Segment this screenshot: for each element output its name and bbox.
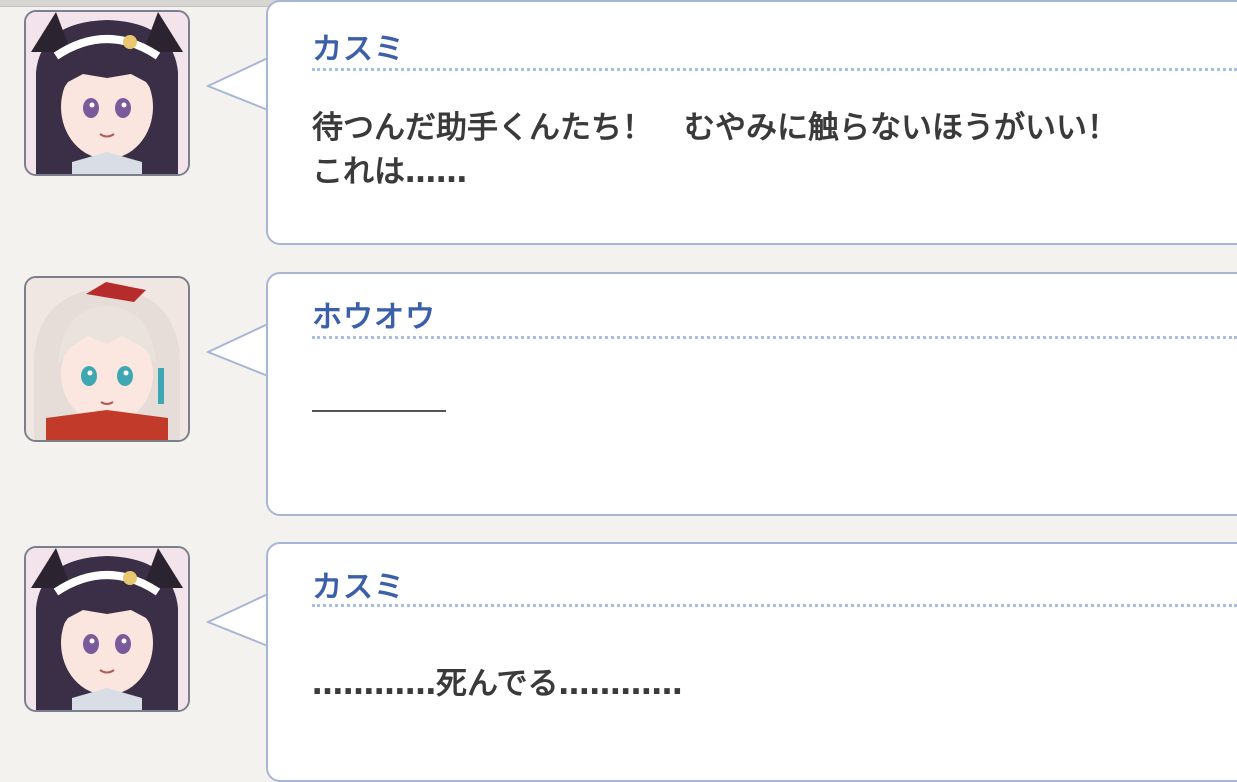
message-text: 待つんだ助手くんたち！ むやみに触らないほうがいい！ これは……	[312, 110, 1118, 190]
speaker-name: ホウオウ	[312, 300, 436, 335]
speech-bubble-tail	[206, 593, 269, 647]
name-divider	[312, 68, 1237, 71]
name-divider	[312, 604, 1237, 607]
kasumi-avatar-icon	[24, 10, 190, 176]
speaker-name: カスミ	[312, 570, 405, 605]
houou-avatar-icon	[24, 276, 190, 442]
speech-bubble-tail	[206, 57, 269, 111]
kasumi-avatar-icon	[24, 546, 190, 712]
speaker-name: カスミ	[312, 32, 405, 67]
speech-bubble-tail	[206, 323, 269, 377]
name-divider	[312, 336, 1237, 339]
silence-dash	[312, 410, 446, 412]
message-text: …………死んでる…………	[312, 666, 683, 702]
